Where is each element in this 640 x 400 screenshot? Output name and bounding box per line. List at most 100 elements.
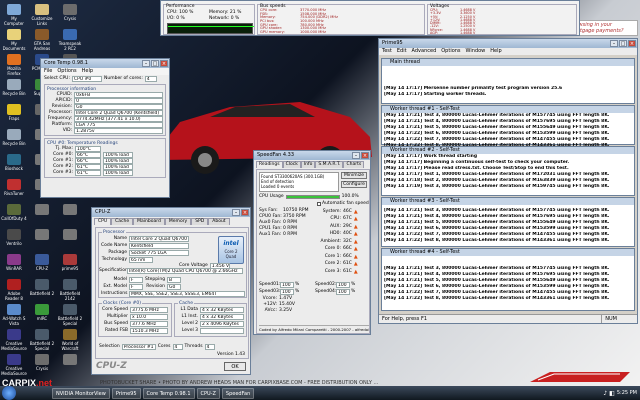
close-button[interactable]: ×: [628, 40, 636, 47]
speedfan-titlebar[interactable]: SpeedFan 4.33 – ×: [254, 151, 370, 160]
menu-test[interactable]: Test: [382, 48, 392, 55]
desktop-icon[interactable]: World of Warcraft: [57, 329, 83, 351]
desktop-icon[interactable]: Battlefield 2: [29, 279, 55, 296]
worker4-title[interactable]: Worker thread #4 - Self-Test: [382, 249, 634, 256]
start-button[interactable]: [2, 386, 16, 400]
speaker-icon[interactable]: ♪: [603, 390, 607, 397]
menu-edit[interactable]: Edit: [397, 48, 407, 55]
menu-advanced[interactable]: Advanced: [412, 48, 437, 55]
ok-button[interactable]: OK: [224, 362, 246, 371]
menu-options[interactable]: Options: [57, 68, 76, 75]
system-tray: ♪ ◧ 5:25 PM: [603, 390, 637, 397]
maximize-button[interactable]: □: [151, 60, 159, 67]
speed-value[interactable]: 100: [280, 289, 294, 295]
desktop-icon[interactable]: Ad-Watch S Vista: [1, 304, 27, 326]
tab-about[interactable]: About: [208, 218, 230, 225]
desktop-icon[interactable]: Recycle Bin: [1, 79, 27, 96]
desktop-icon[interactable]: Bioshock: [1, 154, 27, 171]
minimize-button[interactable]: –: [232, 209, 240, 216]
menu-options[interactable]: Options: [441, 48, 460, 55]
desktop-icon[interactable]: Adobe Reader 8: [1, 279, 27, 301]
menu-help[interactable]: Help: [82, 68, 93, 75]
taskbar-item[interactable]: NVIDIA MonitorView: [52, 387, 110, 399]
taskbar-item[interactable]: SpeedFan: [221, 387, 255, 399]
desktop-icon[interactable]: [29, 204, 55, 216]
automatic-checkbox[interactable]: [317, 202, 321, 206]
desktop-icon[interactable]: Creative MediaSource: [1, 329, 27, 351]
desktop-icon[interactable]: [57, 229, 83, 241]
desktop-icon[interactable]: [57, 354, 83, 366]
tab-cache[interactable]: Cache: [111, 218, 134, 225]
tab-info[interactable]: Info: [300, 161, 316, 168]
close-button[interactable]: ×: [361, 152, 369, 159]
minimize-button[interactable]: Minimize: [341, 172, 367, 179]
tab-cpu[interactable]: CPU: [94, 218, 112, 225]
desktop-icon[interactable]: Recycle Bin: [1, 129, 27, 146]
desktop-icon[interactable]: Battlefield 2142: [57, 279, 83, 301]
desktop-icon[interactable]: prime95: [57, 254, 83, 271]
main-thread-title[interactable]: Main thread: [382, 59, 634, 66]
desktop-icon[interactable]: Crysis: [57, 4, 83, 21]
tab-memory[interactable]: Memory: [164, 218, 192, 225]
info-row: VID: 1.2875v: [47, 128, 163, 134]
desktop-icon[interactable]: Fraps: [1, 104, 27, 121]
worker2-title[interactable]: Worker thread #2 - Self-Test: [382, 147, 634, 154]
menu-window[interactable]: Window: [466, 48, 486, 55]
worker1-title[interactable]: Worker thread #1 - Self-Test: [382, 106, 634, 113]
worker3-title[interactable]: Worker thread #3 - Self-Test: [382, 198, 634, 205]
cache-label: L1 Data: [180, 307, 198, 312]
speed-value[interactable]: 100: [336, 289, 350, 295]
taskbar-item[interactable]: Core Temp 0.98.1: [142, 387, 195, 399]
minimize-button[interactable]: –: [610, 40, 618, 47]
desktop-icon[interactable]: Battlefield 2 Special: [57, 304, 83, 326]
minimize-button[interactable]: –: [352, 152, 360, 159]
prime95-titlebar[interactable]: Prime95 – □ ×: [379, 39, 637, 48]
desktop-icon[interactable]: My Computer: [1, 4, 27, 26]
close-button[interactable]: ×: [241, 209, 249, 216]
desktop-icon[interactable]: Teamspeak 2 RC2: [57, 29, 83, 51]
clock[interactable]: 5:25 PM: [617, 390, 637, 396]
desktop-icon[interactable]: Ventrilo: [1, 229, 27, 246]
desktop-icon[interactable]: CPU-Z: [29, 254, 55, 271]
desktop-icon[interactable]: [57, 204, 83, 216]
cpuz-titlebar[interactable]: CPU-Z – ×: [92, 208, 250, 217]
desktop-icon[interactable]: Battlefield 2 Special: [29, 329, 55, 351]
desktop-icon[interactable]: CallOfDuty 4: [1, 204, 27, 221]
desktop-icon[interactable]: RivaTuner: [1, 179, 27, 196]
minimize-button[interactable]: –: [142, 60, 150, 67]
selection-dropdown[interactable]: Processor #1: [121, 344, 156, 350]
desktop-icon[interactable]: Customize Links: [29, 4, 55, 26]
cache-value: 2 x 4096 KBytes: [200, 321, 244, 327]
desktop-icon[interactable]: Mozilla Firefox: [1, 54, 27, 76]
desktop-icon[interactable]: WinRAR: [1, 254, 27, 271]
tab-spd[interactable]: SPD: [191, 218, 209, 225]
desktop-icon[interactable]: My Documents: [1, 29, 27, 51]
processor-label: Processor: [102, 230, 126, 235]
coretemp-titlebar[interactable]: Core Temp 0.98.1 – □ ×: [41, 59, 169, 68]
desktop-icon[interactable]: [29, 229, 55, 241]
tab-smart[interactable]: S.M.A.R.T.: [315, 161, 344, 168]
network-icon[interactable]: ◧: [609, 390, 615, 397]
tab-charts[interactable]: Charts: [343, 161, 365, 168]
desktop-icon[interactable]: Crysis: [29, 354, 55, 371]
taskbar-item[interactable]: CPU-Z: [196, 387, 220, 399]
taskbar-item[interactable]: Prime95: [111, 387, 141, 399]
configure-button[interactable]: Configure: [341, 181, 367, 188]
speed-label: Speed02:: [315, 282, 337, 287]
speed-value[interactable]: 100: [280, 282, 294, 288]
tab-clock[interactable]: Clock: [282, 161, 301, 168]
volt-row: AGP: 1.4688 V: [430, 31, 576, 35]
maximize-button[interactable]: □: [619, 40, 627, 47]
menu-file[interactable]: File: [44, 68, 52, 75]
close-button[interactable]: ×: [160, 60, 168, 67]
speed-value[interactable]: 100: [336, 282, 350, 288]
desktop-icon[interactable]: mIRC: [29, 304, 55, 321]
menu-help[interactable]: Help: [490, 48, 501, 55]
tab-readings[interactable]: Readings: [256, 161, 283, 168]
tab-mainboard[interactable]: Mainboard: [133, 218, 165, 225]
cpu-info-value: Intel Core 2 Quad Q6700: [129, 236, 189, 242]
desktop-icon[interactable]: Creative MediaSource: [1, 354, 27, 376]
speed-row: Speed02: 100%: [315, 282, 355, 288]
cpu-select[interactable]: CPU #0: [71, 76, 102, 82]
desktop-icon[interactable]: GTA San Andreas: [29, 29, 55, 51]
